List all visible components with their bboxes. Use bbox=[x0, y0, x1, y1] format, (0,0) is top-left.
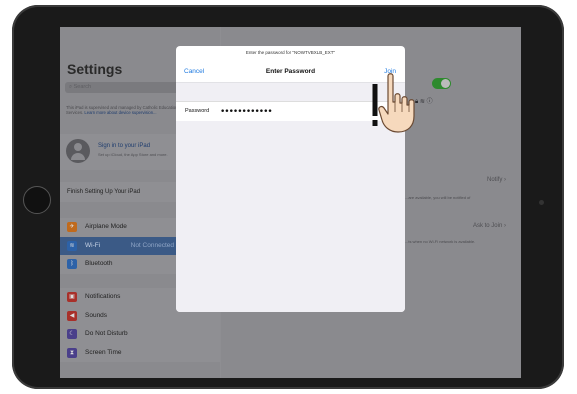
sidebar-item-do-not-disturb[interactable]: ☾ Do Not Disturb bbox=[60, 325, 220, 344]
camera-icon bbox=[539, 200, 544, 205]
sidebar-item-label: Do Not Disturb bbox=[85, 330, 128, 337]
notify-value: Notify bbox=[486, 177, 503, 183]
password-field[interactable] bbox=[220, 105, 370, 119]
avatar bbox=[66, 139, 90, 163]
dialog-header: Cancel Enter Password Join bbox=[176, 60, 405, 83]
learn-more-link[interactable]: Learn more about device supervision... bbox=[84, 110, 156, 115]
ask-to-join-value: Ask to Join bbox=[472, 223, 503, 229]
sidebar-item-screen-time[interactable]: ⧗ Screen Time bbox=[60, 344, 220, 363]
notify-row[interactable]: Notify › bbox=[400, 177, 506, 183]
wifi-toggle[interactable] bbox=[432, 78, 451, 89]
ask-to-join-row[interactable]: Ask to Join › bbox=[400, 223, 506, 229]
wifi-icon: ≋ bbox=[67, 240, 77, 251]
sign-in-title: Sign in to your iPad bbox=[98, 143, 151, 149]
dialog-title: Enter Password bbox=[265, 68, 316, 75]
sounds-icon: ◀ bbox=[67, 310, 77, 321]
dialog-body bbox=[176, 121, 405, 312]
sidebar-item-label: Screen Time bbox=[85, 348, 122, 356]
sidebar-item-label: Airplane Mode bbox=[85, 223, 127, 230]
bluetooth-icon: ᛒ bbox=[67, 259, 77, 269]
sidebar-title: Settings bbox=[67, 61, 123, 77]
hand-pointer-icon bbox=[378, 73, 415, 133]
info-icon: ⓘ bbox=[426, 99, 433, 105]
hourglass-icon: ⧗ bbox=[67, 347, 77, 358]
moon-icon: ☾ bbox=[67, 329, 77, 339]
airplane-icon: ✈ bbox=[67, 222, 77, 232]
notify-note: ...are available, you will be notified o… bbox=[405, 195, 471, 200]
search-placeholder: Search bbox=[73, 84, 92, 90]
sidebar-item-label: Bluetooth bbox=[85, 260, 113, 267]
sidebar-item-label: Wi-Fi bbox=[85, 241, 101, 249]
sidebar-item-label: Notifications bbox=[85, 293, 121, 300]
wifi-status-value: Not Connected bbox=[130, 241, 174, 249]
home-button[interactable] bbox=[23, 186, 51, 214]
sidebar-item-label: Sounds bbox=[85, 311, 108, 319]
password-prompt: Enter the password for "NOWTVBXLB_EXT" bbox=[245, 50, 336, 55]
notifications-icon: ▣ bbox=[67, 292, 77, 302]
wifi-signal-icon: ≋ bbox=[419, 99, 425, 105]
ask-to-join-note: ...ts when no Wi-Fi network is available… bbox=[405, 239, 476, 244]
sign-in-subtitle: Set up iCloud, the App Store and more. bbox=[98, 152, 168, 157]
password-label: Password bbox=[185, 108, 210, 114]
